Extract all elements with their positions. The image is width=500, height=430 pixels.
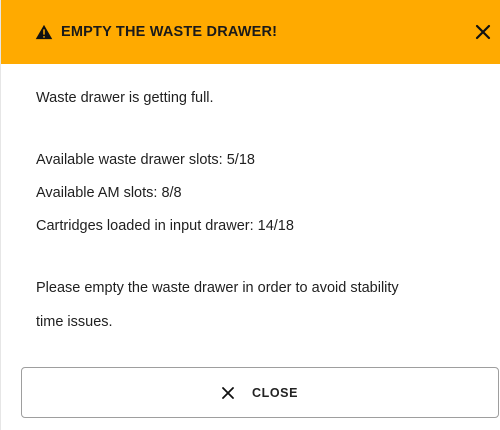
close-button-label: CLOSE: [251, 385, 299, 400]
waste-drawer-dialog: EMPTY THE WASTE DRAWER! Waste drawer is …: [0, 0, 500, 430]
close-icon[interactable]: [469, 18, 497, 46]
cartridges-loaded-text: Cartridges loaded in input drawer: 14/18: [36, 218, 294, 234]
waste-slots-text: Available waste drawer slots: 5/18: [36, 152, 255, 168]
instruction-text-line-2: time issues.: [36, 314, 113, 330]
dialog-header: EMPTY THE WASTE DRAWER!: [1, 0, 500, 64]
instruction-text-line-1: Please empty the waste drawer in order t…: [36, 280, 399, 296]
am-slots-text: Available AM slots: 8/8: [36, 185, 182, 201]
close-button-icon: [222, 386, 234, 399]
dialog-title: EMPTY THE WASTE DRAWER!: [61, 24, 278, 40]
close-button[interactable]: CLOSE: [21, 367, 499, 418]
warning-triangle-icon: [35, 24, 53, 40]
status-message: Waste drawer is getting full.: [36, 90, 214, 106]
